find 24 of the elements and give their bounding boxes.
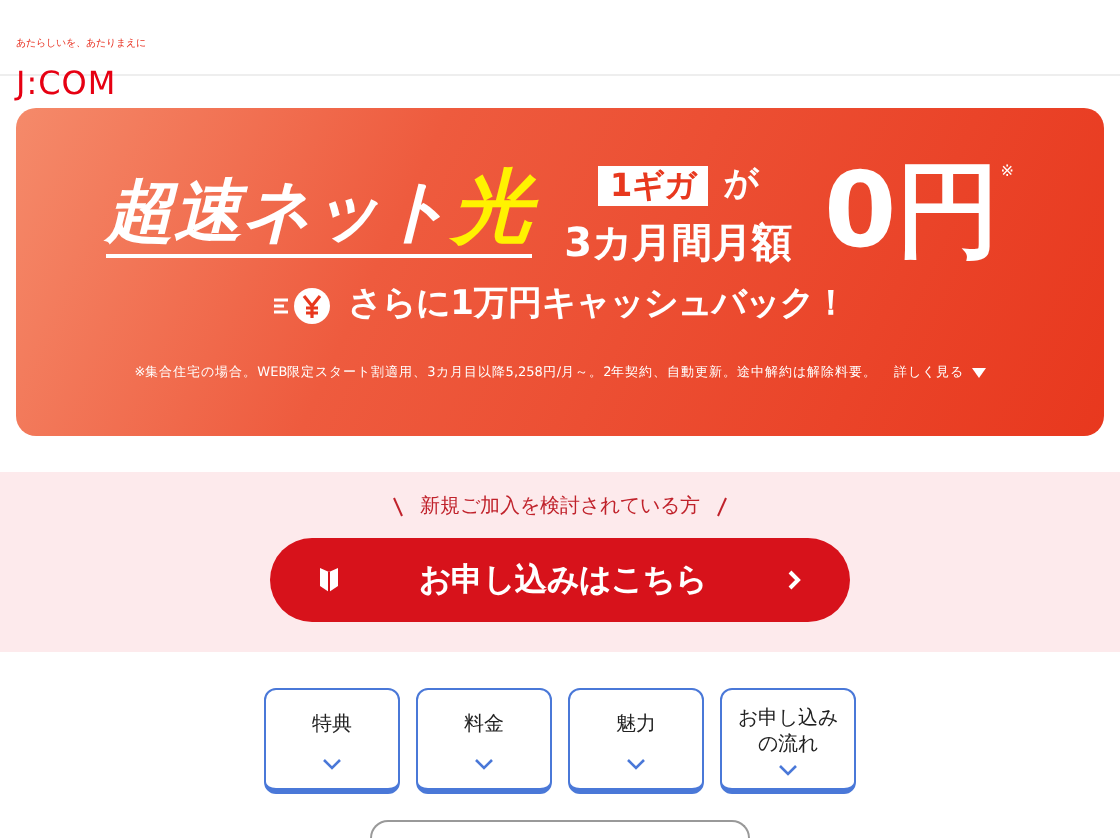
chevron-down-icon — [626, 758, 646, 770]
logo[interactable]: J:COM — [16, 68, 117, 100]
beginner-mark-icon — [318, 566, 340, 594]
section-nav-button[interactable]: お申し込みの流れ — [720, 688, 856, 794]
footnote-mark: ※ — [1000, 160, 1014, 184]
yen-coin-icon — [272, 285, 333, 326]
chevron-down-icon — [322, 758, 342, 770]
slash-mark — [392, 496, 404, 518]
chevron-right-icon — [786, 568, 802, 592]
speed-tag: 1ギガ — [597, 166, 709, 206]
caret-down-icon — [971, 367, 986, 378]
cashback-text: さらに1万円キャッシュバック！ — [348, 282, 848, 328]
chevron-down-icon — [474, 758, 494, 770]
price-text: 0円 — [824, 160, 1001, 264]
particle-text: が — [724, 162, 759, 209]
chevron-down-icon — [778, 764, 798, 777]
section-nav-button[interactable]: 魅力 — [568, 688, 704, 794]
section-nav-button[interactable]: 料金 — [416, 688, 552, 794]
period-text: 3カ月間月額 — [564, 219, 793, 264]
button-outline[interactable] — [370, 820, 750, 838]
section-nav-button[interactable]: 特典 — [264, 688, 400, 794]
apply-button[interactable]: お申し込みはこちら — [270, 538, 850, 622]
slash-mark — [716, 496, 728, 518]
lead-text: 新規ご加入を検討されている方 — [420, 493, 700, 522]
